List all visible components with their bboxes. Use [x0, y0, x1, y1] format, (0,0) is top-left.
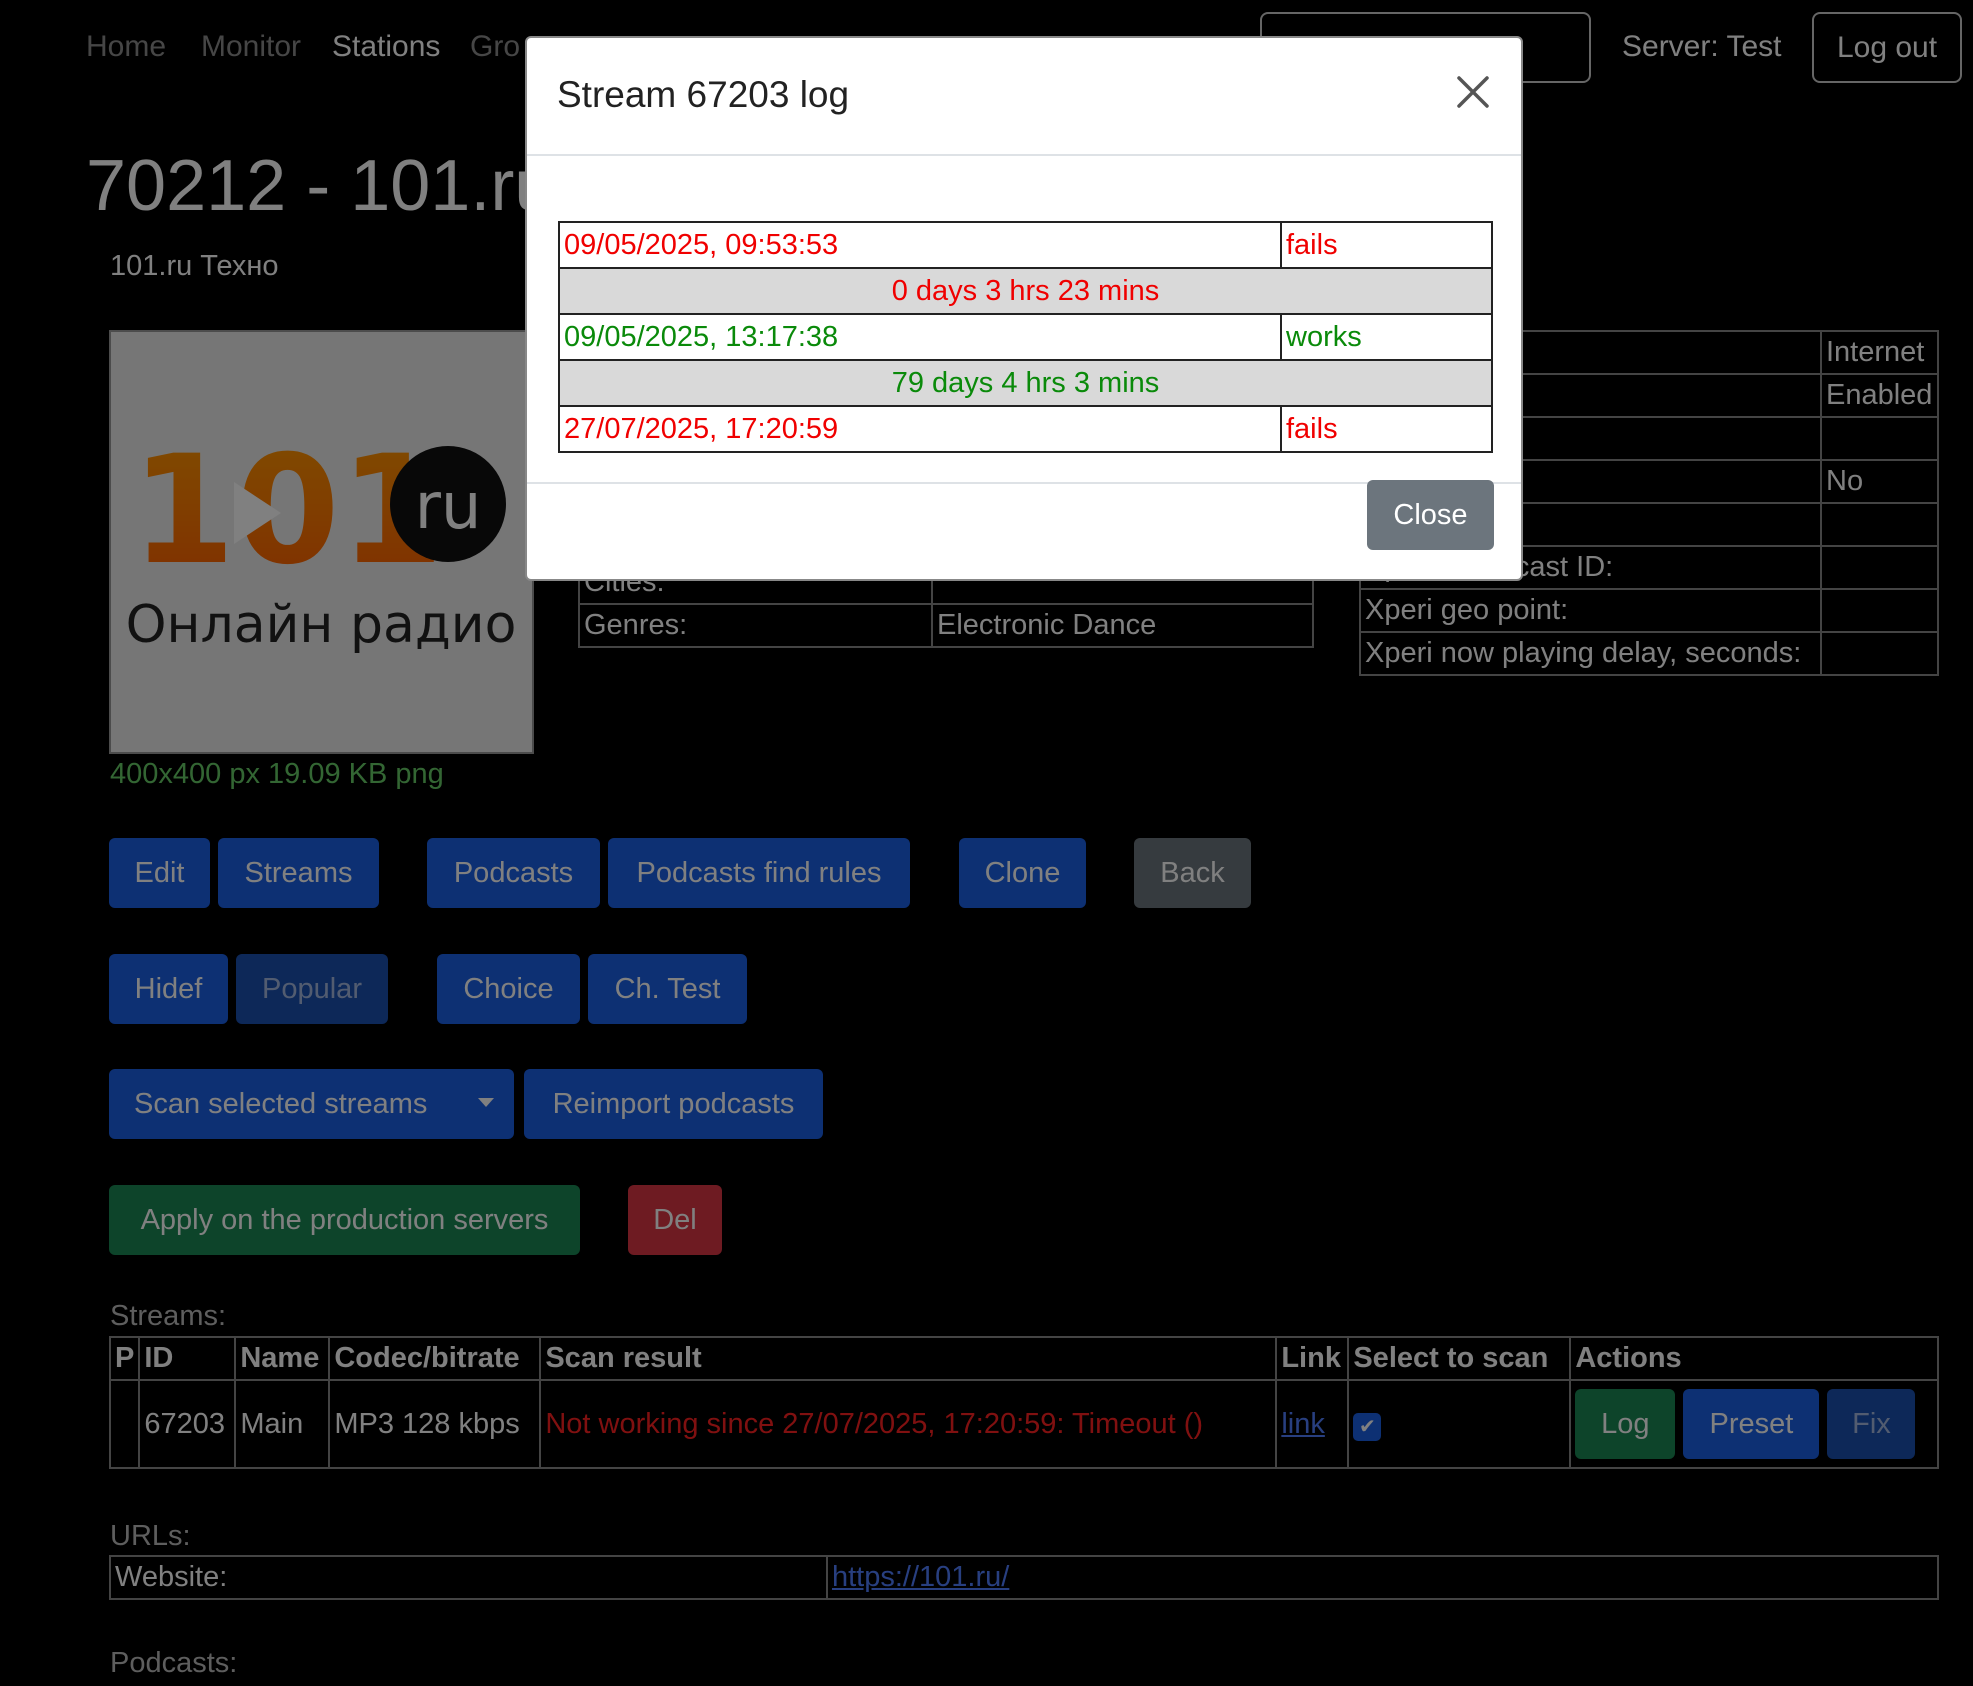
log-duration-row: 79 days 4 hrs 3 mins: [558, 359, 1493, 407]
table-header-row: P ID Name Codec/bitrate Scan result Link…: [108, 1336, 1939, 1381]
setting-label: Xperi geo point:: [1359, 588, 1822, 633]
page-title: 70212 - 101.ru: [86, 146, 555, 226]
column-header: Name: [234, 1336, 331, 1381]
nav-groups[interactable]: Gro: [470, 30, 520, 64]
streams-section-label: Streams:: [110, 1300, 227, 1332]
website-label: Website:: [109, 1555, 828, 1600]
column-header: Link: [1275, 1336, 1350, 1381]
table-row: Xperi now playing delay, seconds:: [1359, 631, 1939, 676]
back-button[interactable]: Back: [1134, 838, 1251, 908]
log-entry-time: 09/05/2025, 09:53:53: [558, 221, 1282, 269]
column-header: Select to scan: [1347, 1336, 1572, 1381]
log-entry-status: fails: [1280, 221, 1493, 269]
stream-log-table: 09/05/2025, 09:53:53 fails 0 days 3 hrs …: [558, 221, 1493, 453]
stream-scan-result: Not working since 27/07/2025, 17:20:59: …: [539, 1379, 1278, 1469]
preset-button[interactable]: Preset: [1683, 1389, 1820, 1459]
scan-selected-streams-button[interactable]: Scan selected streams: [109, 1069, 514, 1139]
setting-value: [1820, 416, 1939, 461]
modal-header: Stream 67203 log: [527, 38, 1521, 156]
nav-monitor[interactable]: Monitor: [201, 30, 301, 64]
stream-id: 67203: [138, 1379, 237, 1469]
stream-priority: [108, 1379, 141, 1469]
column-header: Codec/bitrate: [328, 1336, 542, 1381]
setting-value: Enabled: [1820, 373, 1939, 418]
column-header: P: [108, 1336, 141, 1381]
modal-title: Stream 67203 log: [557, 74, 850, 115]
log-duration: 79 days 4 hrs 3 mins: [558, 359, 1493, 407]
log-entry-status: fails: [1280, 405, 1493, 453]
website-link[interactable]: https://101.ru/: [832, 1561, 1009, 1593]
scan-selected-label: Scan selected streams: [134, 1087, 428, 1120]
logo-ru: ru: [415, 470, 482, 544]
stream-name: Main: [234, 1379, 331, 1469]
podcasts-find-rules-button[interactable]: Podcasts find rules: [608, 838, 910, 908]
table-row: Website: https://101.ru/: [109, 1555, 1939, 1600]
modal-close-button[interactable]: Close: [1367, 480, 1494, 550]
setting-value: [1820, 502, 1939, 547]
setting-value: [1820, 631, 1939, 676]
station-logo: 101 ru Онлайн радио: [109, 330, 534, 754]
hidef-button[interactable]: Hidef: [109, 954, 228, 1024]
setting-label: Xperi now playing delay, seconds:: [1359, 631, 1822, 676]
column-header: ID: [138, 1336, 237, 1381]
column-header: Scan result: [539, 1336, 1278, 1381]
log-duration: 0 days 3 hrs 23 mins: [558, 267, 1493, 315]
logout-button[interactable]: Log out: [1812, 12, 1962, 83]
apply-production-button[interactable]: Apply on the production servers: [109, 1185, 580, 1255]
radio-logo-icon: 101 ru Онлайн радио: [126, 424, 517, 655]
close-icon[interactable]: [1453, 72, 1493, 112]
urls-section-label: URLs:: [110, 1520, 191, 1552]
caret-down-icon[interactable]: [478, 1098, 494, 1107]
log-duration-row: 0 days 3 hrs 23 mins: [558, 267, 1493, 315]
stream-codec: MP3 128 kbps: [328, 1379, 542, 1469]
podcasts-section-label: Podcasts:: [110, 1647, 238, 1679]
popular-button[interactable]: Popular: [236, 954, 388, 1024]
stream-link[interactable]: link: [1281, 1408, 1325, 1440]
streams-table: P ID Name Codec/bitrate Scan result Link…: [108, 1336, 1939, 1469]
table-row: 67203 Main MP3 128 kbps Not working sinc…: [108, 1379, 1939, 1469]
table-row: Genres: Electronic Dance: [578, 603, 1314, 648]
reimport-podcasts-button[interactable]: Reimport podcasts: [524, 1069, 823, 1139]
setting-value: [1820, 588, 1939, 633]
fix-button[interactable]: Fix: [1827, 1389, 1916, 1459]
ch-test-button[interactable]: Ch. Test: [588, 954, 747, 1024]
nav-stations[interactable]: Stations: [332, 30, 440, 64]
choice-button[interactable]: Choice: [437, 954, 580, 1024]
edit-button[interactable]: Edit: [109, 838, 210, 908]
log-entry-status: works: [1280, 313, 1493, 361]
modal-body: 09/05/2025, 09:53:53 fails 0 days 3 hrs …: [527, 158, 1521, 484]
setting-value: [1820, 545, 1939, 590]
log-entry-row: 09/05/2025, 13:17:38 works: [558, 313, 1493, 361]
setting-value: No: [1820, 459, 1939, 504]
log-entry-time: 09/05/2025, 13:17:38: [558, 313, 1282, 361]
log-button[interactable]: Log: [1575, 1389, 1676, 1459]
nav-home[interactable]: Home: [86, 30, 166, 64]
log-entry-row: 09/05/2025, 09:53:53 fails: [558, 221, 1493, 269]
logo-caption: Онлайн радио: [126, 595, 517, 655]
urls-table: Website: https://101.ru/: [109, 1555, 1939, 1600]
delete-button[interactable]: Del: [628, 1185, 722, 1255]
info-label: Genres:: [578, 603, 933, 648]
station-subtitle: 101.ru Техно: [110, 250, 279, 282]
podcasts-button[interactable]: Podcasts: [427, 838, 600, 908]
log-entry-row: 27/07/2025, 17:20:59 fails: [558, 405, 1493, 453]
select-to-scan-checkbox[interactable]: ✔: [1353, 1412, 1382, 1441]
info-value: Electronic Dance: [931, 603, 1314, 648]
setting-value: Internet: [1820, 330, 1939, 375]
column-header: Actions: [1569, 1336, 1939, 1381]
table-row: Xperi geo point:: [1359, 588, 1939, 633]
clone-button[interactable]: Clone: [959, 838, 1086, 908]
image-info: 400x400 px 19.09 KB png: [110, 758, 444, 790]
stream-log-modal: Stream 67203 log 09/05/2025, 09:53:53 fa…: [525, 36, 1523, 581]
server-label: Server: Test: [1622, 30, 1782, 63]
log-entry-time: 27/07/2025, 17:20:59: [558, 405, 1282, 453]
streams-button[interactable]: Streams: [218, 838, 379, 908]
